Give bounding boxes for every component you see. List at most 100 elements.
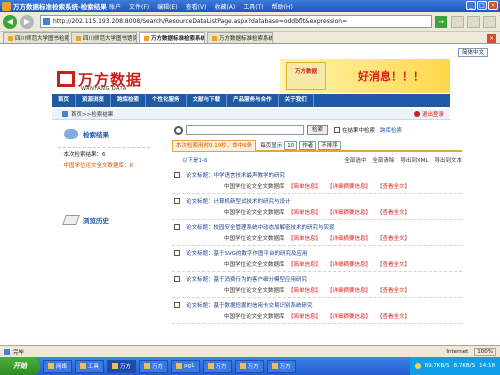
full-text-link[interactable]: 【查看全文】 bbox=[377, 234, 410, 242]
taskbar-item[interactable]: 万方 bbox=[107, 359, 137, 373]
result-title[interactable]: 论文标题：校园安全管理系统中动态加解密技术的研究与实现 bbox=[186, 223, 335, 231]
sort-order-select[interactable]: 不排序 bbox=[318, 140, 341, 150]
search-summary: 本次检索用时0.19秒，命中6条 bbox=[172, 139, 257, 151]
detail-abstract-link[interactable]: 【详细摘要信息】 bbox=[327, 208, 371, 216]
result-title[interactable]: 论文标题：中学语言技术最声教学的研究 bbox=[186, 171, 285, 179]
tab-bar: 四川师范大学图书检索… 四川师范大学图书馆资源… 万方数据标准检索系统… 万方数… bbox=[0, 32, 500, 44]
zoom-level[interactable]: 100% bbox=[474, 347, 496, 356]
tab-library-resources[interactable]: 四川师范大学图书馆资源… bbox=[71, 32, 137, 43]
clock[interactable]: 14:18 bbox=[479, 363, 495, 369]
wanfang-logo[interactable]: 万方数据 WANFANG DATA bbox=[57, 67, 157, 92]
taskbar-app-icon bbox=[176, 363, 183, 369]
full-text-link[interactable]: 【查看全文】 bbox=[377, 208, 410, 216]
back-button[interactable]: ◀ bbox=[3, 14, 17, 29]
tab-wanfang-2[interactable]: 万方数据标准检索系统… bbox=[207, 32, 273, 43]
full-text-link[interactable]: 【查看全文】 bbox=[377, 312, 410, 320]
sort-field-select[interactable]: 作者 bbox=[299, 140, 317, 150]
taskbar-item[interactable]: 万方 bbox=[266, 359, 296, 373]
taskbar-item[interactable]: 万方 bbox=[234, 359, 264, 373]
result-count-total: · 本次检索结果：6 bbox=[60, 152, 106, 158]
per-page-select[interactable]: 10 bbox=[284, 140, 298, 150]
detail-abstract-link[interactable]: 【详细摘要信息】 bbox=[327, 182, 371, 190]
maximize-button[interactable]: □ bbox=[477, 1, 487, 10]
full-text-link[interactable]: 【查看全文】 bbox=[377, 286, 410, 294]
result-list: 论文标题：中学语言技术最声教学的研究 中国学位论文全文数据库 【简单信息】 【详… bbox=[172, 168, 462, 324]
tab-wanfang-active[interactable]: 万方数据标准检索系统… bbox=[139, 32, 205, 43]
result-checkbox[interactable] bbox=[174, 224, 180, 230]
nav-home[interactable]: 首页 bbox=[52, 94, 77, 107]
security-zone: Internet bbox=[446, 348, 469, 355]
taskbar-item[interactable]: 网络 bbox=[43, 359, 73, 373]
result-count-db[interactable]: · 中国学位论文全文数据库：6 bbox=[52, 161, 156, 172]
result-title[interactable]: 论文标题：基于消费行为的客户细分模型应用研究 bbox=[186, 275, 307, 283]
result-checkbox[interactable] bbox=[174, 172, 180, 178]
result-checkbox[interactable] bbox=[174, 302, 180, 308]
contact-link[interactable]: 联系我们 bbox=[432, 49, 454, 57]
export-xml-link[interactable]: 导出到XML bbox=[400, 156, 428, 164]
brief-info-link[interactable]: 【简单信息】 bbox=[288, 312, 321, 320]
taskbar-item[interactable]: 万方 bbox=[139, 359, 169, 373]
breadcrumb-home[interactable]: 首页 bbox=[71, 110, 82, 118]
result-title[interactable]: 论文标题：基于SVG的数字作图平台的研究及应用 bbox=[186, 249, 308, 257]
nav-cross-search[interactable]: 跨库检索 bbox=[111, 94, 147, 107]
menu-favorites[interactable]: 收藏(A) bbox=[214, 2, 235, 11]
search-button[interactable]: 检索 bbox=[307, 125, 329, 135]
go-button[interactable]: → bbox=[435, 15, 447, 28]
menu-view[interactable]: 查看(V) bbox=[186, 2, 207, 11]
result-checkbox[interactable] bbox=[174, 250, 180, 256]
taskbar-app-icon bbox=[80, 363, 87, 369]
detail-abstract-link[interactable]: 【详细摘要信息】 bbox=[327, 286, 371, 294]
brief-info-link[interactable]: 【简单信息】 bbox=[288, 286, 321, 294]
menu-account[interactable]: 账户 bbox=[109, 2, 121, 11]
detail-abstract-link[interactable]: 【详细摘要信息】 bbox=[327, 312, 371, 320]
brief-info-link[interactable]: 【简单信息】 bbox=[288, 234, 321, 242]
network-icon[interactable] bbox=[414, 363, 421, 369]
cross-search-link[interactable]: 跨库检索 bbox=[380, 126, 402, 134]
nav-products[interactable]: 产品服务与合作 bbox=[227, 94, 279, 107]
close-button[interactable]: × bbox=[488, 1, 498, 10]
result-title[interactable]: 论文标题：基于数据挖掘的信用卡交易识别系统研究 bbox=[186, 301, 313, 309]
full-text-link[interactable]: 【查看全文】 bbox=[377, 182, 410, 190]
result-title[interactable]: 论文标题：计算机新型试技术的研究与设计 bbox=[186, 197, 291, 205]
sitemap-link[interactable]: 站点地图 bbox=[380, 49, 402, 57]
export-text-link[interactable]: 导出到文本 bbox=[434, 156, 462, 164]
nav-about[interactable]: 关于我们 bbox=[279, 94, 314, 107]
nav-download[interactable]: 文献与下载 bbox=[187, 94, 228, 107]
taskbar-item[interactable]: pg1 bbox=[171, 359, 200, 373]
result-checkbox[interactable] bbox=[174, 198, 180, 204]
detail-abstract-link[interactable]: 【详细摘要信息】 bbox=[327, 234, 371, 242]
tab-icon bbox=[76, 35, 81, 41]
nav-personal[interactable]: 个性化服务 bbox=[146, 94, 187, 107]
taskbar-item[interactable]: 万方 bbox=[202, 359, 232, 373]
search-input[interactable] bbox=[186, 125, 304, 135]
detail-abstract-link[interactable]: 【详细摘要信息】 bbox=[327, 260, 371, 268]
language-select[interactable]: 简体中文 bbox=[457, 48, 488, 57]
search-engine-icon[interactable] bbox=[483, 15, 496, 28]
menu-tools[interactable]: 工具(T) bbox=[243, 2, 263, 11]
full-text-link[interactable]: 【查看全文】 bbox=[377, 260, 410, 268]
start-button[interactable]: 开始 bbox=[0, 357, 40, 375]
select-all-link[interactable]: 全部选中 bbox=[344, 156, 366, 164]
close-tab-button[interactable]: × bbox=[487, 34, 496, 43]
refresh-icon[interactable] bbox=[451, 15, 464, 28]
menu-file[interactable]: 文件(F) bbox=[129, 2, 149, 11]
brief-info-link[interactable]: 【简单信息】 bbox=[288, 182, 321, 190]
logout-link[interactable]: 退出登录 bbox=[413, 110, 444, 118]
brief-info-link[interactable]: 【简单信息】 bbox=[288, 260, 321, 268]
forward-button[interactable]: ▶ bbox=[20, 14, 34, 29]
menu-help[interactable]: 帮助(H) bbox=[272, 2, 293, 11]
tab-library-search[interactable]: 四川师范大学图书检索… bbox=[3, 32, 69, 43]
result-links: 【简单信息】 【详细摘要信息】 【查看全文】 bbox=[288, 312, 410, 320]
brief-info-link[interactable]: 【简单信息】 bbox=[288, 208, 321, 216]
address-bar[interactable]: http://202.115.193.208:8008/Search/Resou… bbox=[40, 15, 432, 28]
menu-edit[interactable]: 编辑(E) bbox=[157, 2, 177, 11]
minimize-button[interactable]: _ bbox=[466, 1, 476, 10]
promo-banner[interactable]: 万方数据 好消息！！！ bbox=[280, 59, 450, 93]
help-link[interactable]: 使用帮助 bbox=[406, 49, 428, 57]
nav-browse[interactable]: 资源浏览 bbox=[76, 94, 112, 107]
stop-icon[interactable] bbox=[467, 15, 480, 28]
result-checkbox[interactable] bbox=[174, 276, 180, 282]
taskbar-item[interactable]: 工具 bbox=[75, 359, 105, 373]
search-within-checkbox[interactable] bbox=[334, 127, 341, 133]
clear-all-link[interactable]: 全部清除 bbox=[372, 156, 394, 164]
